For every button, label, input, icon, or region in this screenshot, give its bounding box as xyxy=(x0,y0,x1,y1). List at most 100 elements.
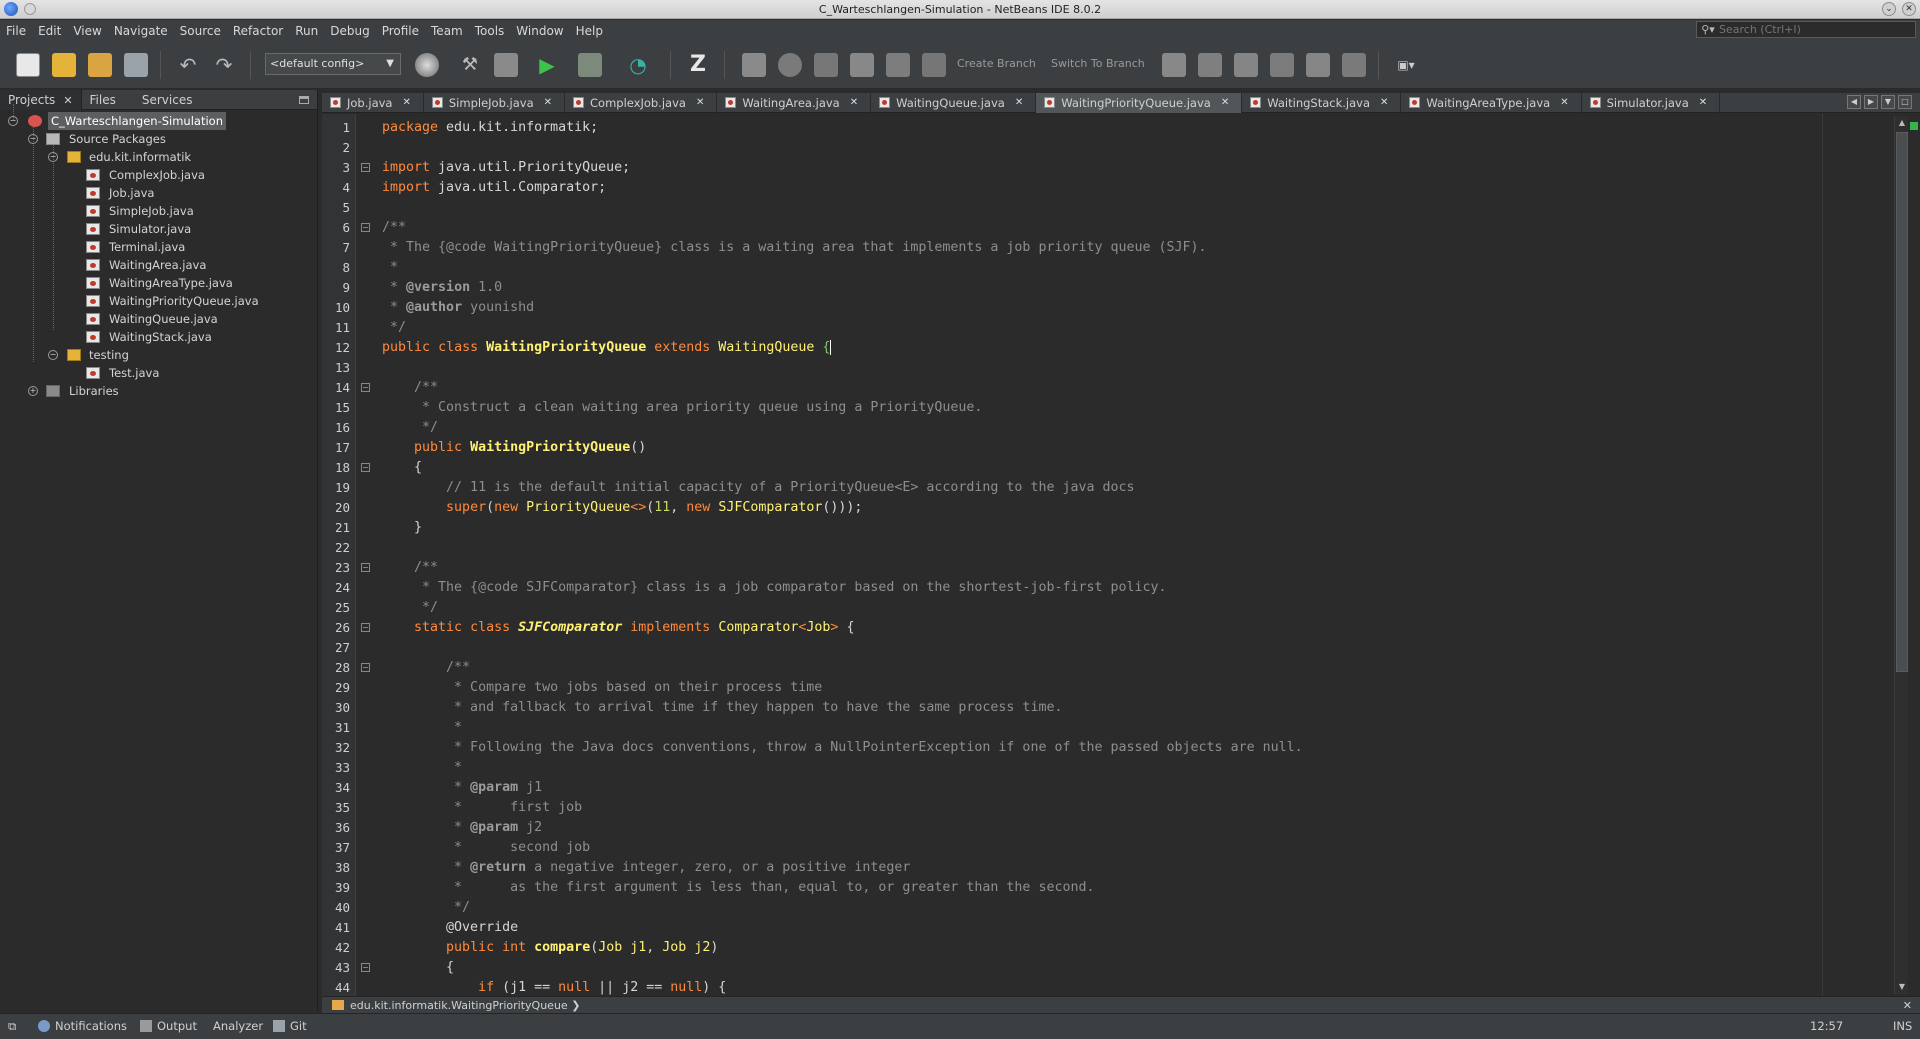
fold-toggle-icon[interactable]: − xyxy=(361,383,370,392)
chevron-right-icon[interactable]: ❯ xyxy=(571,999,580,1012)
editor-vertical-scrollbar[interactable]: ▲ ▼ xyxy=(1894,116,1908,994)
menu-run[interactable]: Run xyxy=(295,24,318,38)
tree-item-file[interactable]: Test.java xyxy=(0,364,317,382)
close-tab-icon[interactable]: ✕ xyxy=(696,93,704,113)
breadcrumb-path[interactable]: edu.kit.informatik.WaitingPriorityQueue xyxy=(350,999,568,1012)
scroll-down-icon[interactable]: ▼ xyxy=(1895,980,1909,994)
menu-window[interactable]: Window xyxy=(516,24,563,38)
config-select[interactable]: <default config> ▼ xyxy=(265,53,401,75)
search-icon[interactable]: ⚲▾ xyxy=(1697,23,1719,36)
editor-tab[interactable]: WaitingQueue.java ✕ xyxy=(871,92,1037,113)
new-project-icon[interactable] xyxy=(52,53,76,77)
tab-services[interactable]: Services xyxy=(134,90,201,110)
menu-help[interactable]: Help xyxy=(576,24,603,38)
zend-icon[interactable]: Z xyxy=(686,53,710,77)
scrollbar-thumb[interactable] xyxy=(1896,132,1908,672)
close-tab-icon[interactable]: ✕ xyxy=(850,93,858,113)
menu-tools[interactable]: Tools xyxy=(475,24,505,38)
tree-item-file[interactable]: WaitingAreaType.java xyxy=(0,274,317,292)
tree-item-source-packages[interactable]: − Source Packages xyxy=(0,130,317,148)
open-project-icon[interactable] xyxy=(88,53,112,77)
menu-debug[interactable]: Debug xyxy=(330,24,369,38)
fold-toggle-icon[interactable]: − xyxy=(361,963,370,972)
memory-monitor-icon[interactable]: ▣▾ xyxy=(1394,53,1418,77)
show-windows-icon[interactable]: ⧉ xyxy=(8,1019,16,1034)
output-button[interactable]: Output xyxy=(140,1019,197,1033)
tree-item-project[interactable]: − C_Warteschlangen-Simulation xyxy=(0,112,317,130)
tree-item-file[interactable]: WaitingQueue.java xyxy=(0,310,317,328)
analyzer-button[interactable]: Analyzer xyxy=(213,1019,263,1033)
git-remote-icon[interactable] xyxy=(1342,53,1366,77)
collapse-icon[interactable]: − xyxy=(48,350,58,360)
expand-icon[interactable]: + xyxy=(28,386,38,396)
tree-item-file[interactable]: WaitingArea.java xyxy=(0,256,317,274)
editor-tab[interactable]: WaitingArea.java ✕ xyxy=(717,92,872,113)
editor-tab[interactable]: Simulator.java ✕ xyxy=(1582,92,1721,113)
close-tab-icon[interactable]: ✕ xyxy=(402,93,410,113)
fold-toggle-icon[interactable]: − xyxy=(361,663,370,672)
git-diff-icon[interactable] xyxy=(778,53,802,77)
window-menu-icon[interactable] xyxy=(24,3,36,15)
git-merge-icon[interactable] xyxy=(1270,53,1294,77)
tree-item-file[interactable]: WaitingPriorityQueue.java xyxy=(0,292,317,310)
tree-item-libraries[interactable]: + Libraries xyxy=(0,382,317,400)
clean-build-icon[interactable]: ⚒ xyxy=(458,53,482,77)
editor-tab[interactable]: WaitingStack.java ✕ xyxy=(1242,92,1402,113)
build-icon[interactable] xyxy=(494,53,518,77)
close-icon[interactable]: ✕ xyxy=(1903,997,1912,1014)
editor-tab[interactable]: ComplexJob.java ✕ xyxy=(565,92,718,113)
tree-item-testing[interactable]: − testing xyxy=(0,346,317,364)
create-branch-button[interactable]: Create Branch xyxy=(957,57,1036,70)
tree-item-package[interactable]: − edu.kit.informatik xyxy=(0,148,317,166)
error-stripe[interactable] xyxy=(1908,114,1920,996)
close-tab-icon[interactable]: ✕ xyxy=(1015,93,1023,113)
menu-source[interactable]: Source xyxy=(180,24,221,38)
fold-toggle-icon[interactable]: − xyxy=(361,623,370,632)
git-history-icon[interactable] xyxy=(886,53,910,77)
browser-icon[interactable] xyxy=(415,53,439,77)
insert-mode[interactable]: INS xyxy=(1893,1019,1912,1033)
close-tab-icon[interactable]: ✕ xyxy=(1560,93,1568,113)
scroll-up-icon[interactable]: ▲ xyxy=(1895,116,1909,130)
switch-branch-button[interactable]: Switch To Branch xyxy=(1051,57,1145,70)
git-fetch-icon[interactable] xyxy=(1162,53,1186,77)
collapse-icon[interactable]: − xyxy=(48,152,58,162)
close-tab-icon[interactable]: ✕ xyxy=(1699,93,1707,113)
scroll-tabs-right-icon[interactable]: ▶ xyxy=(1864,95,1878,109)
search-box[interactable]: ⚲▾ xyxy=(1696,21,1916,38)
menu-view[interactable]: View xyxy=(73,24,101,38)
maximize-editor-icon[interactable]: □ xyxy=(1898,95,1912,109)
git-branch-icon[interactable] xyxy=(922,53,946,77)
git-pull-icon[interactable] xyxy=(1198,53,1222,77)
tree-item-file[interactable]: Terminal.java xyxy=(0,238,317,256)
tab-files[interactable]: Files xyxy=(82,90,124,110)
menu-refactor[interactable]: Refactor xyxy=(233,24,283,38)
close-tab-icon[interactable]: ✕ xyxy=(544,93,552,113)
notifications-button[interactable]: Notifications xyxy=(38,1019,127,1033)
fold-toggle-icon[interactable]: − xyxy=(361,163,370,172)
collapse-icon[interactable]: − xyxy=(28,134,38,144)
undo-icon[interactable]: ↶ xyxy=(176,53,200,77)
tree-item-file[interactable]: Simulator.java xyxy=(0,220,317,238)
new-file-icon[interactable] xyxy=(16,53,40,77)
menu-profile[interactable]: Profile xyxy=(382,24,419,38)
fold-toggle-icon[interactable]: − xyxy=(361,463,370,472)
collapse-icon[interactable]: − xyxy=(8,116,18,126)
show-opened-documents-icon[interactable]: ▼ xyxy=(1881,95,1895,109)
minimize-icon[interactable]: ⌄ xyxy=(1882,2,1896,16)
tree-item-file[interactable]: Job.java xyxy=(0,184,317,202)
close-icon[interactable]: ✕ xyxy=(63,94,72,107)
save-all-icon[interactable] xyxy=(124,53,148,77)
editor-tab[interactable]: WaitingAreaType.java ✕ xyxy=(1401,92,1582,113)
code-text[interactable]: package edu.kit.informatik; import java.… xyxy=(382,118,1303,998)
menu-navigate[interactable]: Navigate xyxy=(114,24,168,38)
redo-icon[interactable]: ↷ xyxy=(212,53,236,77)
profile-icon[interactable]: ◔ xyxy=(626,53,650,77)
menu-edit[interactable]: Edit xyxy=(38,24,61,38)
code-editor[interactable]: 1 2 3 4 5 6 7 8 9 10 11 12 13 14 15 16 17 18 19 20 21 22 23 24 2… xyxy=(322,114,1920,996)
menu-file[interactable]: File xyxy=(6,24,26,38)
tree-item-file[interactable]: WaitingStack.java xyxy=(0,328,317,346)
tree-item-file[interactable]: SimpleJob.java xyxy=(0,202,317,220)
close-tab-icon[interactable]: ✕ xyxy=(1380,93,1388,113)
debug-icon[interactable] xyxy=(578,53,602,77)
